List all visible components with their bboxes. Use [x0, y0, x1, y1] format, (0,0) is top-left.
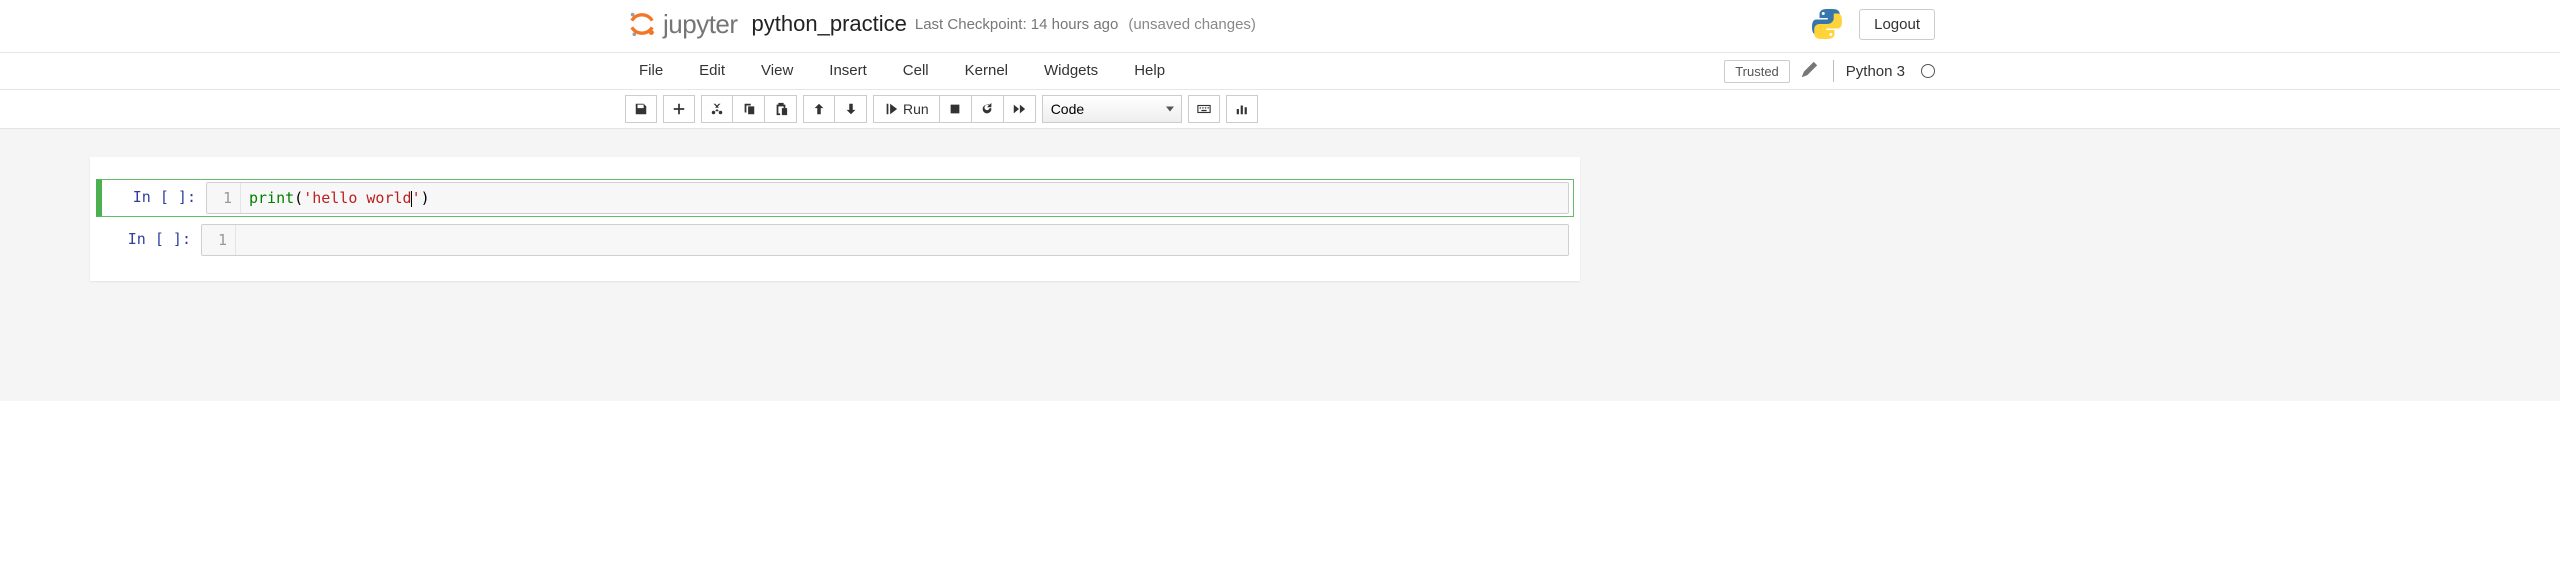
save-icon [634, 102, 648, 116]
cell-input-area[interactable]: 1 [201, 224, 1569, 256]
divider [1833, 60, 1834, 82]
restart-run-all-button[interactable] [1004, 95, 1036, 123]
barchart-icon [1235, 102, 1249, 116]
code-editor[interactable] [236, 225, 252, 255]
copy-button[interactable] [733, 95, 765, 123]
kernel-status-icon [1921, 64, 1935, 78]
copy-icon [742, 102, 756, 116]
command-palette-button[interactable] [1188, 95, 1220, 123]
code-cell[interactable]: In [ ]: 1 print('hello world') [96, 179, 1574, 217]
code-editor[interactable]: print('hello world') [241, 183, 438, 213]
menu-file[interactable]: File [639, 53, 681, 89]
menu-help[interactable]: Help [1134, 53, 1183, 89]
cell-prompt: In [ ]: [101, 224, 201, 248]
notebook-header: jupyter python_practice Last Checkpoint:… [0, 0, 2560, 53]
move-up-button[interactable] [803, 95, 835, 123]
paste-button[interactable] [765, 95, 797, 123]
cell-type-select[interactable]: Code [1042, 95, 1182, 123]
notebook-container: In [ ]: 1 print('hello world') In [ ]: 1 [90, 157, 1580, 281]
code-cell[interactable]: In [ ]: 1 [96, 221, 1574, 259]
notebook-area: In [ ]: 1 print('hello world') In [ ]: 1 [0, 129, 2560, 401]
python-kernel-icon [1809, 6, 1845, 42]
interrupt-button[interactable] [940, 95, 972, 123]
checkpoint-status: Last Checkpoint: 14 hours ago [915, 16, 1118, 33]
autosave-status: (unsaved changes) [1128, 16, 1256, 33]
move-down-button[interactable] [835, 95, 867, 123]
scissors-icon [710, 102, 724, 116]
line-number: 1 [202, 225, 236, 255]
save-button[interactable] [625, 95, 657, 123]
kernel-name[interactable]: Python 3 [1846, 63, 1909, 80]
fast-forward-icon [1012, 102, 1026, 116]
trusted-button[interactable]: Trusted [1724, 60, 1790, 83]
insert-cell-button[interactable] [663, 95, 695, 123]
notebook-name[interactable]: python_practice [752, 11, 907, 37]
menubar: File Edit View Insert Cell Kernel Widget… [0, 53, 2560, 90]
plus-icon [672, 102, 686, 116]
jupyter-logo-text: jupyter [663, 9, 738, 40]
menu-cell[interactable]: Cell [903, 53, 947, 89]
run-icon [884, 102, 898, 116]
jupyter-logo-icon [625, 7, 659, 41]
keyboard-icon [1197, 102, 1211, 116]
menu-widgets[interactable]: Widgets [1044, 53, 1116, 89]
cell-input-area[interactable]: 1 print('hello world') [206, 182, 1569, 214]
menu-kernel[interactable]: Kernel [965, 53, 1026, 89]
restart-icon [980, 102, 994, 116]
restart-button[interactable] [972, 95, 1004, 123]
cut-button[interactable] [701, 95, 733, 123]
stop-icon [948, 102, 962, 116]
edit-notebook-icon[interactable] [1798, 62, 1821, 80]
line-number: 1 [207, 183, 241, 213]
menu-edit[interactable]: Edit [699, 53, 743, 89]
arrow-up-icon [812, 102, 826, 116]
toolbar: Run Code [0, 90, 2560, 129]
arrow-down-icon [844, 102, 858, 116]
cell-prompt: In [ ]: [106, 182, 206, 206]
menu-view[interactable]: View [761, 53, 811, 89]
menu-insert[interactable]: Insert [829, 53, 885, 89]
run-label: Run [903, 101, 929, 117]
cellbar-button[interactable] [1226, 95, 1258, 123]
paste-icon [774, 102, 788, 116]
logout-button[interactable]: Logout [1859, 9, 1935, 40]
run-button[interactable]: Run [873, 95, 940, 123]
jupyter-logo[interactable]: jupyter [625, 7, 738, 41]
